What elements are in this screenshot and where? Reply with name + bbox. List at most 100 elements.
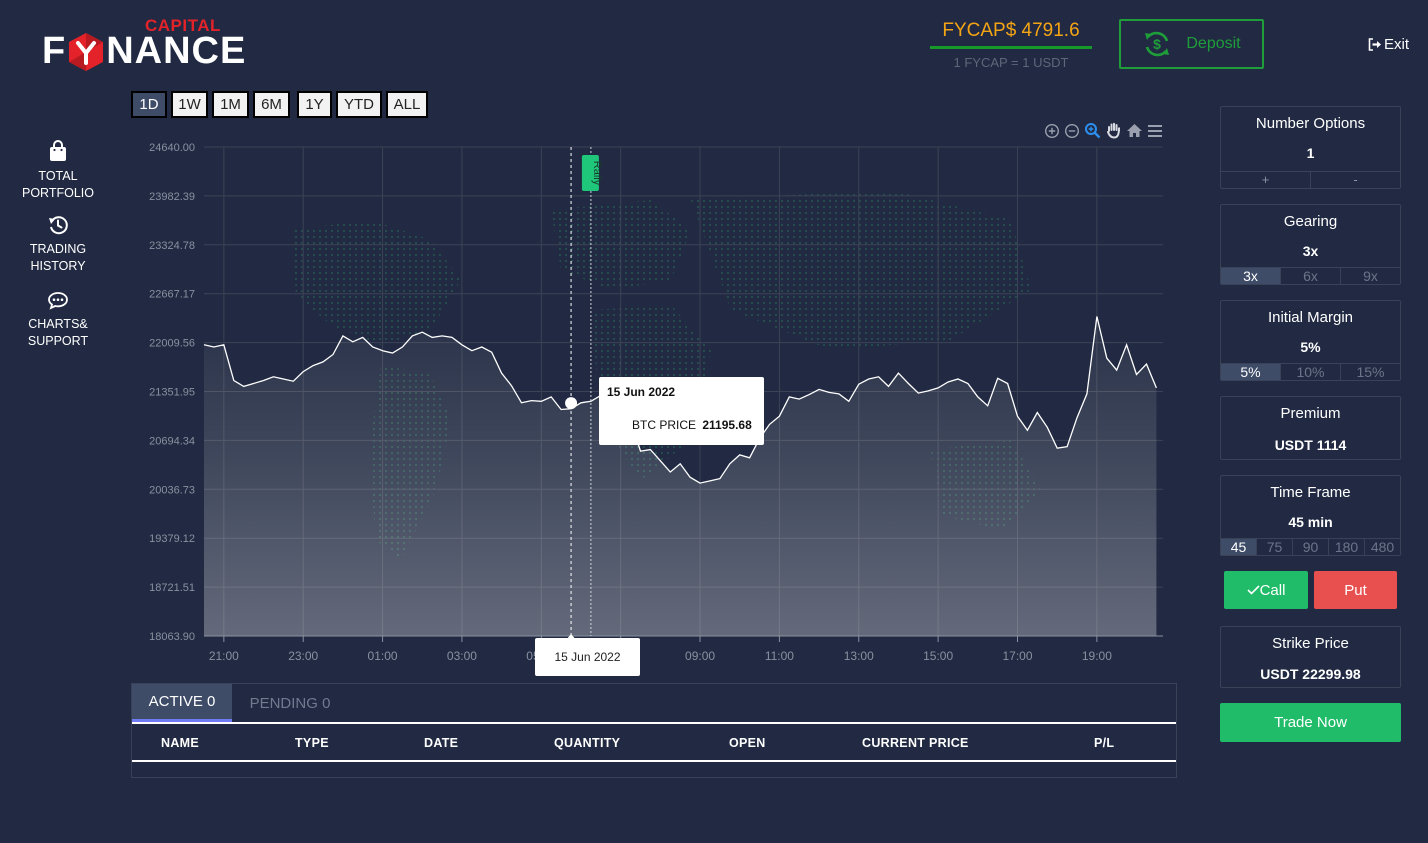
- deposit-label: Deposit: [1186, 35, 1241, 52]
- strike-price-box: Strike Price USDT 22299.98: [1220, 626, 1401, 688]
- increment-button[interactable]: +: [1221, 172, 1310, 188]
- range-ytd-button[interactable]: YTD: [336, 91, 382, 118]
- y-tick-label: 23982.39: [149, 191, 195, 203]
- column-pl: P/L: [1094, 736, 1115, 750]
- x-tick-label: 17:00: [1002, 649, 1032, 663]
- strike-price-value: USDT 22299.98: [1260, 666, 1361, 682]
- x-tick-label: 15:00: [923, 649, 953, 663]
- initial-margin-title: Initial Margin: [1267, 309, 1354, 326]
- initial-margin-value: 5%: [1300, 339, 1321, 355]
- tooltip-label: BTC PRICE: [632, 418, 697, 432]
- y-tick-label: 18063.90: [149, 631, 195, 643]
- nav-trading-history-line2: HISTORY: [30, 259, 86, 273]
- nav-trading-history[interactable]: TRADING HISTORY: [14, 215, 102, 275]
- call-button[interactable]: Call: [1224, 571, 1308, 609]
- call-label: Call: [1259, 581, 1286, 599]
- y-tick-label: 23324.78: [149, 240, 195, 252]
- number-options-value: 1: [1306, 145, 1315, 161]
- exit-button[interactable]: Exit: [1368, 36, 1409, 53]
- positions-tabs: ACTIVE 0 PENDING 0: [132, 684, 1176, 724]
- x-tick-label: 13:00: [844, 649, 874, 663]
- tab-pending[interactable]: PENDING 0: [232, 684, 348, 722]
- time-frame-option-75[interactable]: 75: [1256, 539, 1292, 555]
- time-frame-title: Time Frame: [1270, 484, 1351, 501]
- put-label: Put: [1344, 581, 1367, 599]
- column-type: TYPE: [295, 736, 329, 750]
- gearing-options: 3x 6x 9x: [1221, 267, 1400, 284]
- time-frame-option-480[interactable]: 480: [1364, 539, 1400, 555]
- nav-trading-history-line1: TRADING: [29, 242, 87, 256]
- y-tick-label: 24640.00: [149, 142, 195, 154]
- gearing-option-9x[interactable]: 9x: [1340, 268, 1400, 284]
- logo-wordmark: F NANCE: [42, 30, 246, 73]
- x-tick-label: 21:00: [209, 649, 239, 663]
- range-1y-button[interactable]: 1Y: [297, 91, 332, 118]
- trade-now-label: Trade Now: [1274, 714, 1347, 731]
- price-tooltip: 15 Jun 2022 BTC PRICE 21195.68: [599, 377, 764, 445]
- nav-total-portfolio[interactable]: TOTAL PORTFOLIO: [14, 140, 102, 202]
- time-frame-value: 45 min: [1288, 514, 1333, 530]
- brand-logo[interactable]: CAPITAL F NANCE: [42, 16, 245, 72]
- y-tick-label: 22009.56: [149, 338, 195, 350]
- column-quantity: QUANTITY: [554, 736, 621, 750]
- sign-out-icon: [1368, 38, 1381, 51]
- x-axis: 21:0023:0001:0003:0005:0007:0009:0011:00…: [204, 635, 1163, 663]
- shopping-bag-icon: [50, 140, 66, 161]
- crosshair-date-label: 15 Jun 2022: [535, 638, 640, 676]
- y-tick-label: 21351.95: [149, 387, 195, 399]
- range-all-button[interactable]: ALL: [386, 91, 428, 118]
- margin-option-15[interactable]: 15%: [1340, 364, 1400, 380]
- number-options-stepper: + -: [1221, 171, 1400, 188]
- trade-now-button[interactable]: Trade Now: [1220, 703, 1401, 742]
- initial-margin-box: Initial Margin 5% 5% 10% 15%: [1220, 300, 1401, 381]
- logo-letter-f: F: [42, 30, 67, 72]
- gearing-value: 3x: [1302, 243, 1319, 259]
- gearing-option-6x[interactable]: 6x: [1280, 268, 1340, 284]
- hover-marker: [565, 397, 578, 410]
- margin-option-5[interactable]: 5%: [1221, 364, 1280, 380]
- y-tick-label: 22667.17: [149, 289, 195, 301]
- x-tick-label: 03:00: [447, 649, 477, 663]
- y-tick-label: 20694.34: [149, 435, 195, 447]
- price-chart[interactable]: 24640.00 23982.39 23324.78 22667.17 22009.56…: [131, 120, 1177, 680]
- decrement-button[interactable]: -: [1310, 172, 1400, 188]
- margin-option-10[interactable]: 10%: [1280, 364, 1340, 380]
- time-frame-option-180[interactable]: 180: [1328, 539, 1364, 555]
- time-frame-option-45[interactable]: 45: [1221, 539, 1256, 555]
- range-1m-button[interactable]: 1M: [212, 91, 249, 118]
- y-tick-label: 19379.12: [149, 533, 195, 545]
- x-tick-label: 19:00: [1082, 649, 1112, 663]
- column-name: NAME: [161, 736, 200, 750]
- nav-charts-support-line2: SUPPORT: [27, 334, 89, 348]
- range-1d-button[interactable]: 1D: [131, 91, 167, 118]
- strike-price-title: Strike Price: [1272, 635, 1349, 652]
- x-tick-label: 09:00: [685, 649, 715, 663]
- svg-text:$: $: [1153, 36, 1161, 52]
- x-tick-label: 11:00: [765, 649, 794, 663]
- put-button[interactable]: Put: [1314, 571, 1397, 609]
- tooltip-row: BTC PRICE 21195.68: [632, 418, 752, 432]
- nav-total-portfolio-line1: TOTAL: [38, 169, 78, 183]
- gearing-option-3x[interactable]: 3x: [1221, 268, 1280, 284]
- positions-table: ACTIVE 0 PENDING 0 NAME TYPE DATE QUANTI…: [131, 683, 1177, 778]
- range-1w-button[interactable]: 1W: [171, 91, 208, 118]
- table-header: NAME TYPE DATE QUANTITY OPEN CURRENT PRI…: [132, 724, 1176, 762]
- x-tick-label: 23:00: [288, 649, 318, 663]
- history-icon: [49, 216, 68, 235]
- exit-label: Exit: [1384, 36, 1410, 53]
- balance-value: FYCAP$ 4791.6: [930, 20, 1092, 49]
- number-options-title: Number Options: [1255, 115, 1366, 132]
- time-frame-option-90[interactable]: 90: [1292, 539, 1328, 555]
- x-tick-label: 01:00: [368, 649, 398, 663]
- deposit-button[interactable]: $ Deposit: [1119, 19, 1264, 69]
- nav-total-portfolio-line2: PORTFOLIO: [21, 186, 94, 200]
- nav-charts-support[interactable]: CHARTS& SUPPORT: [14, 291, 102, 350]
- gearing-title: Gearing: [1283, 213, 1338, 230]
- balance-widget: FYCAP$ 4791.6 1 FYCAP = 1 USDT: [930, 20, 1092, 70]
- range-6m-button[interactable]: 6M: [253, 91, 290, 118]
- gearing-box: Gearing 3x 3x 6x 9x: [1220, 204, 1401, 285]
- tooltip-date: 15 Jun 2022: [607, 385, 676, 399]
- dollar-refresh-icon: $: [1145, 31, 1170, 57]
- logo-hexagon-icon: [69, 32, 104, 71]
- tab-active[interactable]: ACTIVE 0: [132, 684, 232, 722]
